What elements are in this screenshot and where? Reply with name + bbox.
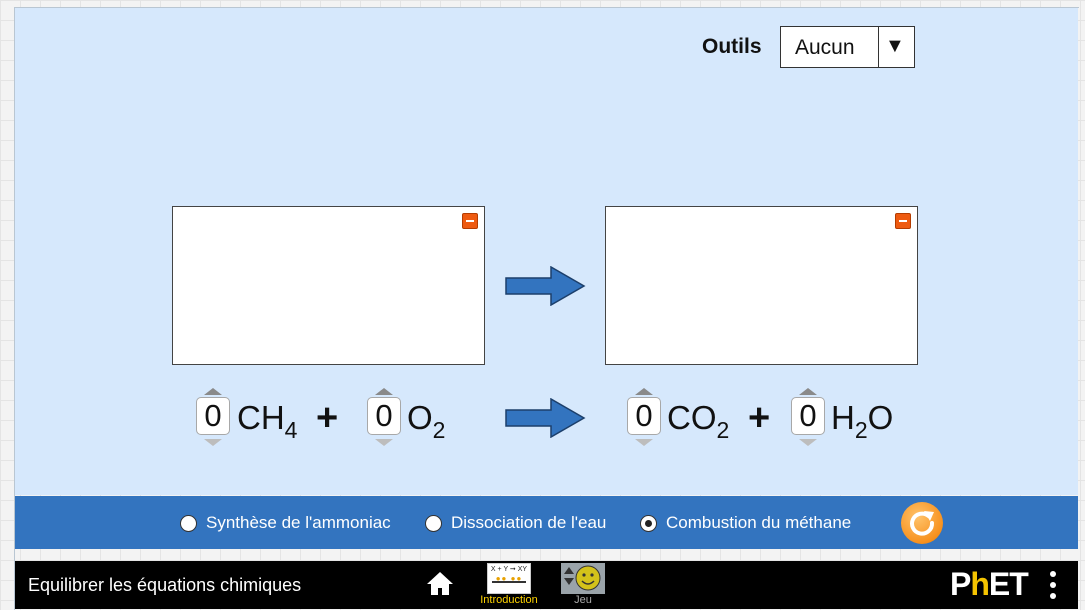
minimize-icon[interactable]	[895, 213, 911, 229]
radio-dissociation-eau[interactable]: Dissociation de l'eau	[425, 513, 606, 533]
tools-label: Outils	[702, 35, 762, 58]
decrement-arrow-icon[interactable]	[799, 439, 817, 446]
increment-arrow-icon[interactable]	[204, 388, 222, 395]
box-arrow-icon	[505, 266, 586, 306]
screen-label[interactable]: Jeu	[562, 594, 604, 606]
reset-all-button[interactable]	[901, 502, 943, 544]
minimize-icon[interactable]	[462, 213, 478, 229]
radio-label[interactable]: Combustion du méthane	[666, 513, 851, 533]
coefficient-value[interactable]: 0	[196, 397, 230, 435]
increment-arrow-icon[interactable]	[635, 388, 653, 395]
sim-title: Equilibrer les équations chimiques	[28, 575, 302, 595]
molecule-formula-o2: O2	[407, 399, 446, 443]
radio-button-selected[interactable]	[640, 514, 657, 532]
equation-arrow-icon	[505, 398, 586, 438]
home-icon[interactable]	[426, 570, 454, 596]
decrement-arrow-icon[interactable]	[204, 439, 222, 446]
radio-label[interactable]: Synthèse de l'ammoniac	[206, 513, 391, 533]
increment-arrow-icon[interactable]	[799, 388, 817, 395]
radio-button[interactable]	[425, 514, 442, 532]
radio-combustion-methane[interactable]: Combustion du méthane	[640, 513, 851, 533]
coefficient-value[interactable]: 0	[627, 397, 661, 435]
dropdown-divider	[878, 27, 879, 67]
molecule-formula-ch4: CH4	[237, 399, 298, 443]
reset-icon	[910, 511, 934, 536]
game-screen-icon[interactable]	[561, 563, 605, 594]
coefficient-value[interactable]: 0	[367, 397, 401, 435]
introduction-screen-icon[interactable]: X + Y ➞ XY ●● ●●	[487, 563, 531, 594]
tools-dropdown[interactable]: Aucun ▼	[780, 26, 915, 68]
molecule-formula-h2o: H2O	[831, 399, 894, 443]
radio-synthese-ammoniac[interactable]: Synthèse de l'ammoniac	[180, 513, 391, 533]
molecule-formula-co2: CO2	[667, 399, 730, 443]
tools-selected-value: Aucun	[795, 36, 855, 59]
dropdown-arrow-icon[interactable]: ▼	[885, 35, 905, 58]
decrement-arrow-icon[interactable]	[375, 439, 393, 446]
reactants-box	[172, 206, 485, 365]
plus-sign: +	[748, 397, 771, 439]
radio-button[interactable]	[180, 514, 197, 532]
screen-label[interactable]: Introduction	[472, 594, 546, 606]
increment-arrow-icon[interactable]	[375, 388, 393, 395]
phet-logo[interactable]: PhET	[950, 566, 1029, 603]
phet-menu-icon[interactable]	[1050, 571, 1056, 604]
products-box	[605, 206, 918, 365]
coefficient-value[interactable]: 0	[791, 397, 825, 435]
decrement-arrow-icon[interactable]	[635, 439, 653, 446]
plus-sign: +	[316, 397, 339, 439]
radio-label[interactable]: Dissociation de l'eau	[451, 513, 606, 533]
